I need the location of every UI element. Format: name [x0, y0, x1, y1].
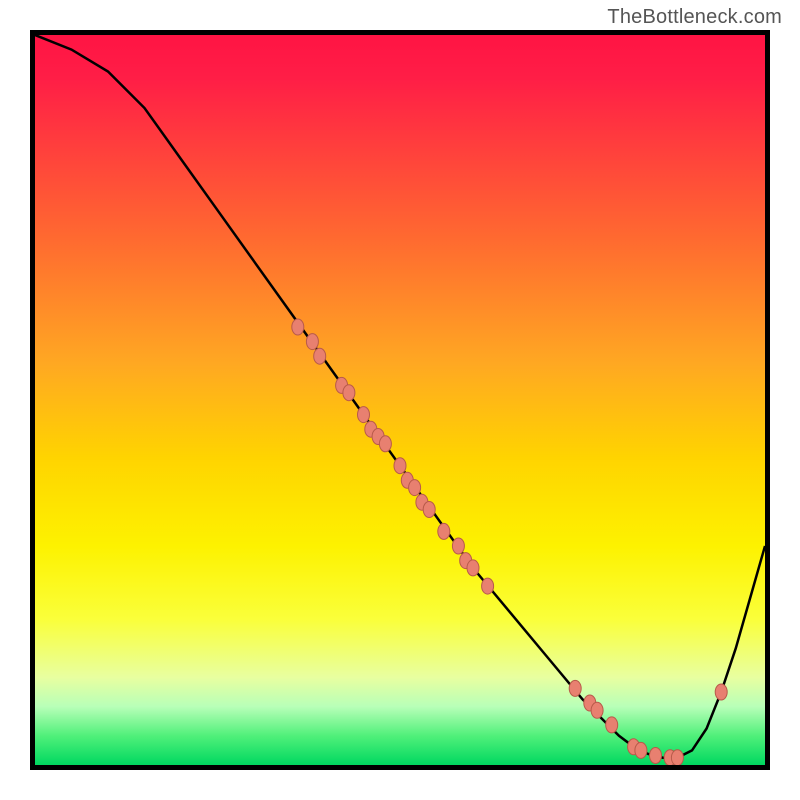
- data-point: [635, 742, 647, 758]
- data-point: [438, 523, 450, 539]
- data-point: [379, 436, 391, 452]
- data-point: [467, 560, 479, 576]
- data-point: [423, 502, 435, 518]
- data-point: [358, 407, 370, 423]
- watermark-label: TheBottleneck.com: [607, 6, 782, 29]
- data-point: [715, 684, 727, 700]
- data-point: [292, 319, 304, 335]
- scatter-points-group: [292, 319, 727, 765]
- data-point: [606, 717, 618, 733]
- data-point: [314, 348, 326, 364]
- chart-overlay: [35, 35, 765, 765]
- bottleneck-curve: [35, 35, 765, 758]
- data-point: [409, 480, 421, 496]
- data-point: [569, 680, 581, 696]
- chart-container: TheBottleneck.com: [0, 0, 800, 800]
- data-point: [306, 334, 318, 350]
- data-point: [650, 748, 662, 764]
- data-point: [482, 578, 494, 594]
- data-point: [591, 702, 603, 718]
- data-point: [394, 458, 406, 474]
- data-point: [671, 750, 683, 765]
- data-point: [343, 385, 355, 401]
- data-point: [452, 538, 464, 554]
- plot-area: [30, 30, 770, 770]
